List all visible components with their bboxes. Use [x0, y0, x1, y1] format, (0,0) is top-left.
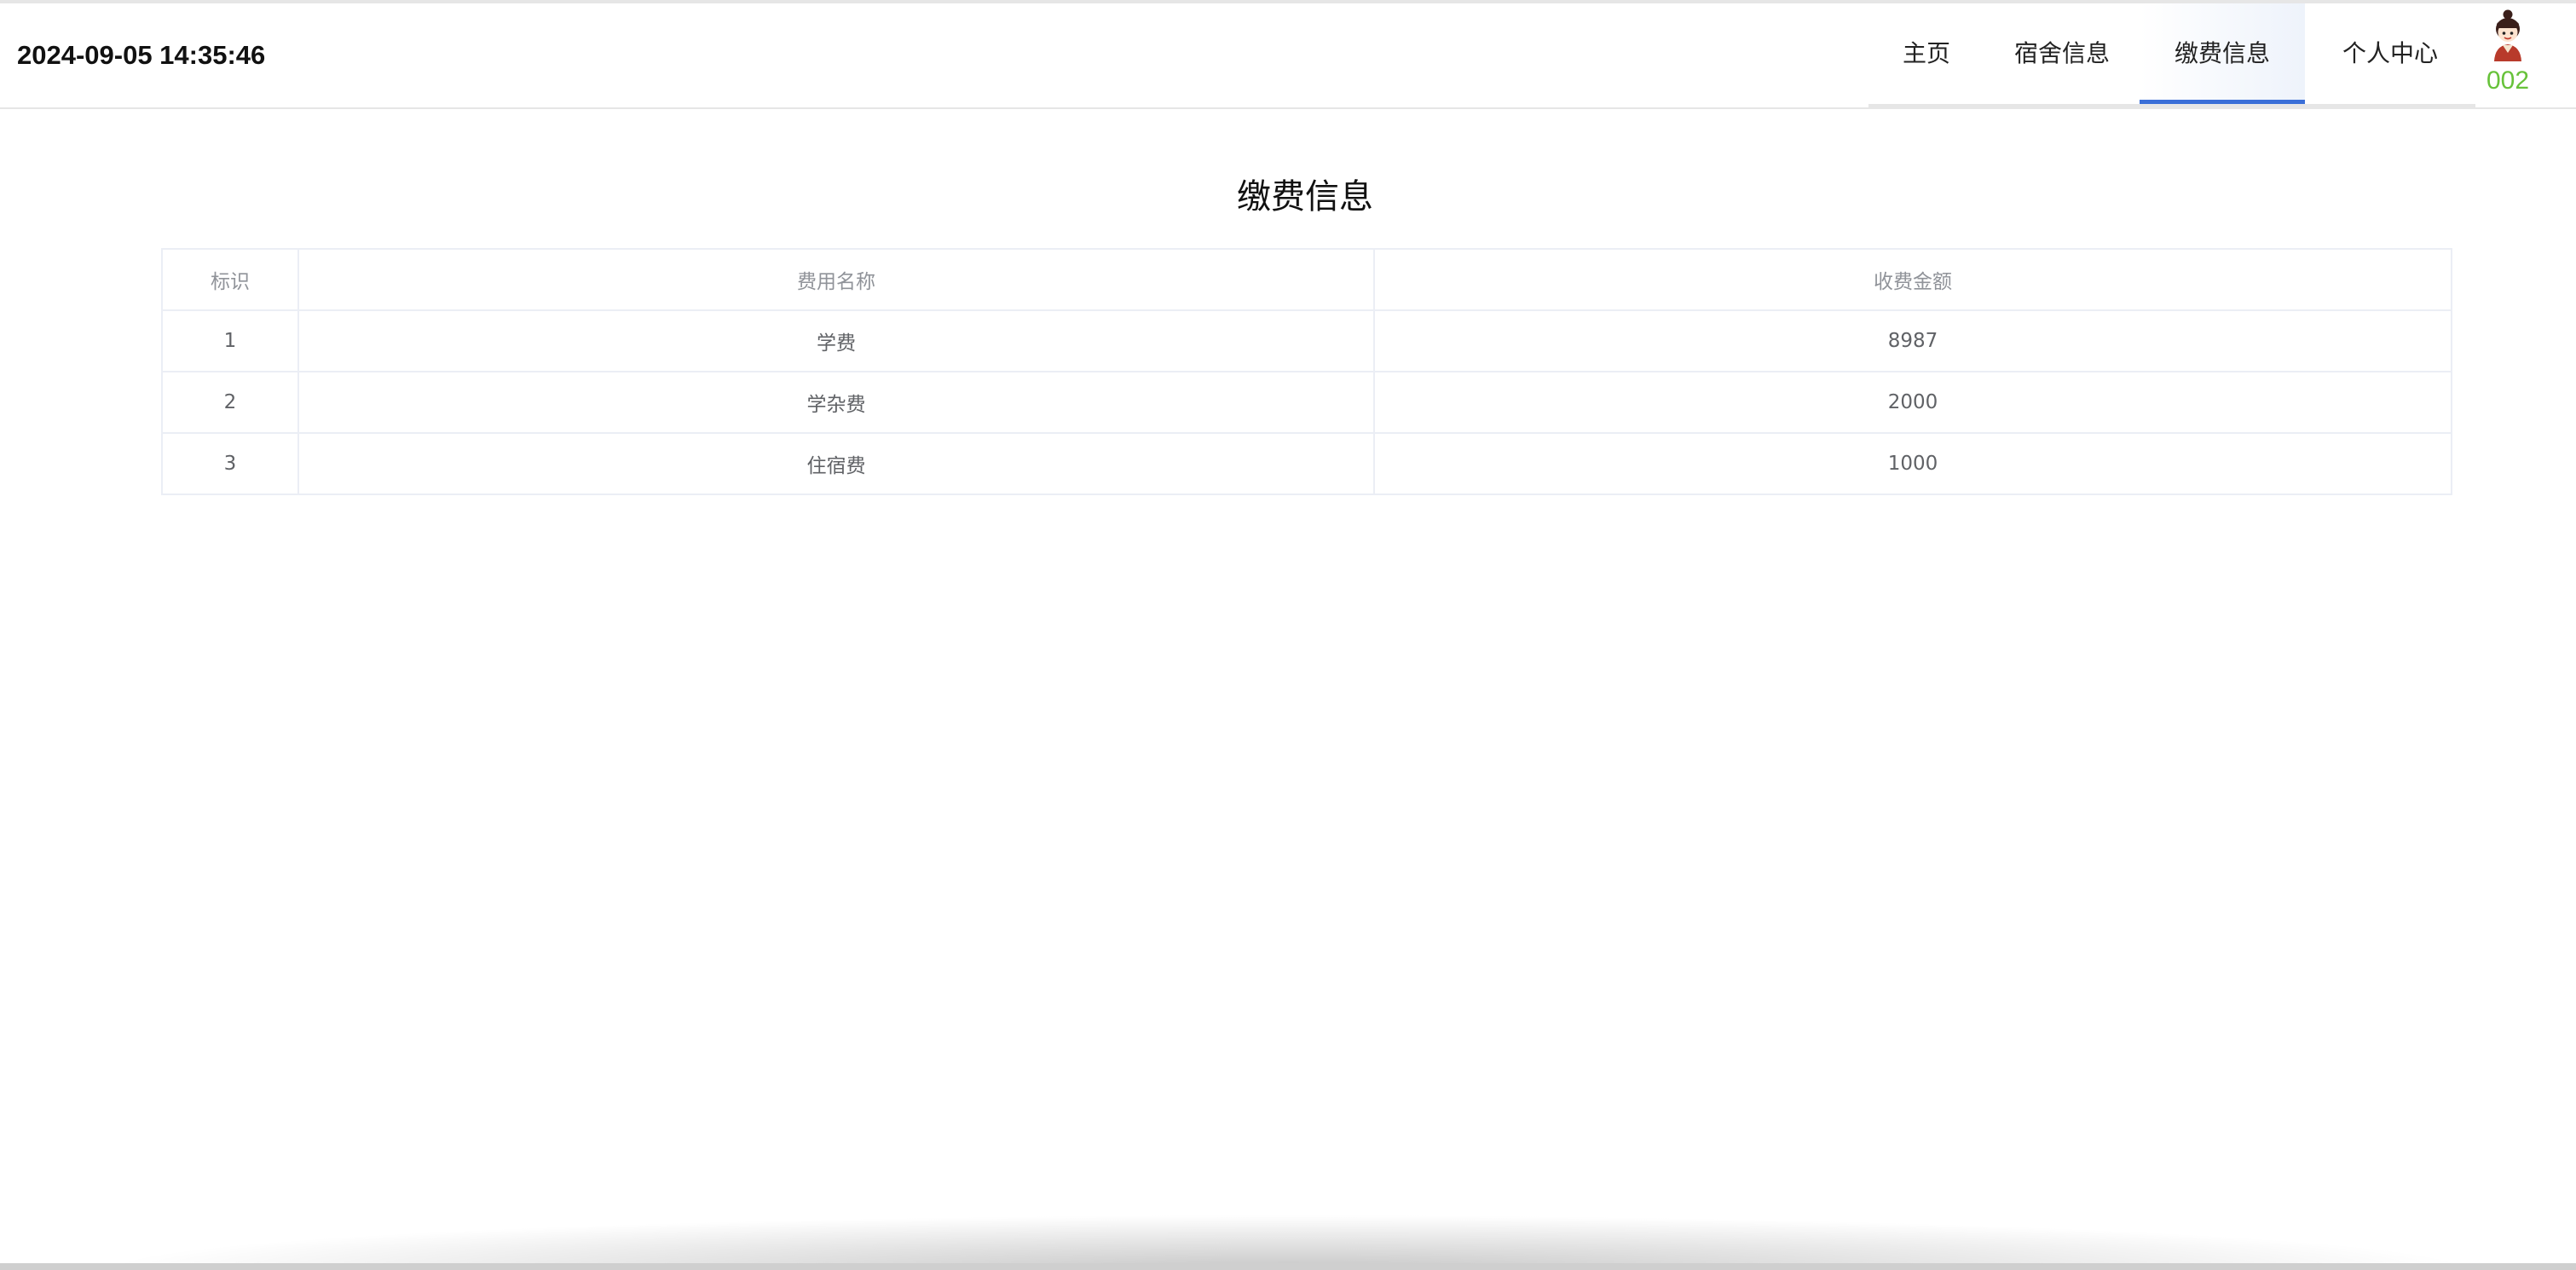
- nav-home[interactable]: 主页: [1868, 3, 1984, 104]
- nav-dormitory-info[interactable]: 宿舍信息: [1984, 3, 2140, 104]
- table-row: 3 住宿费 1000: [161, 432, 2452, 495]
- column-header-amount: 收费金额: [1373, 248, 2452, 311]
- cell-amount: 8987: [1373, 309, 2452, 372]
- cell-id: 2: [161, 371, 299, 434]
- cell-id: 3: [161, 432, 299, 495]
- column-header-fee-name: 费用名称: [297, 248, 1375, 311]
- cell-amount: 2000: [1373, 371, 2452, 434]
- current-datetime: 2024-09-05 14:35:46: [17, 40, 266, 70]
- page-title: 缴费信息: [1237, 177, 1373, 216]
- cell-amount: 1000: [1373, 432, 2452, 495]
- fee-table: 标识 费用名称 收费金额 1 学费 8987 2 学杂费 2000 3 住宿费 …: [161, 248, 2452, 495]
- cell-id: 1: [161, 309, 299, 372]
- nav-personal-center[interactable]: 个人中心: [2305, 3, 2475, 104]
- user-id: 002: [2486, 66, 2530, 95]
- window-bottom-border: [0, 1263, 2576, 1270]
- table-header-row: 标识 费用名称 收费金额: [161, 248, 2452, 311]
- column-header-id: 标识: [161, 248, 299, 311]
- cell-fee-name: 住宿费: [297, 432, 1375, 495]
- cell-fee-name: 学费: [297, 309, 1375, 372]
- top-header: 2024-09-05 14:35:46 主页 宿舍信息 缴费信息 个人中心 00…: [0, 3, 2576, 109]
- table-row: 1 学费 8987: [161, 309, 2452, 372]
- window-bottom-shadow: [0, 1210, 2576, 1270]
- table-row: 2 学杂费 2000: [161, 371, 2452, 434]
- main-nav: 主页 宿舍信息 缴费信息 个人中心: [1868, 3, 2475, 107]
- user-avatar-icon[interactable]: [2484, 9, 2532, 61]
- nav-payment-info[interactable]: 缴费信息: [2140, 3, 2305, 104]
- cell-fee-name: 学杂费: [297, 371, 1375, 434]
